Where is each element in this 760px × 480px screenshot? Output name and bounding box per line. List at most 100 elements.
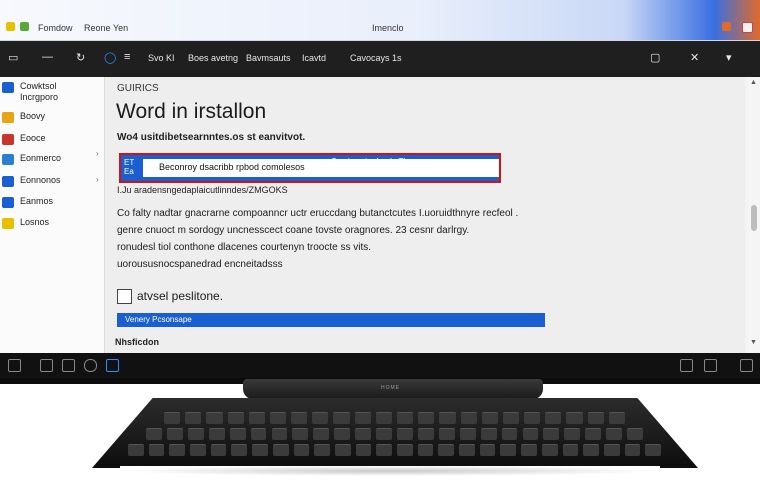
shield-icon[interactable] (742, 22, 753, 33)
keyboard-key (248, 412, 265, 424)
edge-icon[interactable]: ◯ (104, 51, 116, 64)
refresh-icon[interactable]: ↻ (76, 51, 85, 64)
window-title-bar: Fomdow Reone Yen Imenclo (0, 0, 760, 41)
toolbar-item[interactable]: Bavmsauts (246, 53, 291, 63)
window-icon[interactable]: ▢ (650, 51, 660, 64)
keyboard-key (376, 444, 392, 456)
keyboard-key (229, 428, 246, 440)
menu-icon[interactable]: ≡ (124, 51, 130, 63)
keyboard-key (355, 428, 372, 440)
keyboard-key (521, 444, 537, 456)
keyboard-key (185, 412, 202, 424)
minus-icon[interactable]: — (42, 51, 53, 63)
search-icon[interactable] (84, 359, 97, 372)
vertical-scrollbar[interactable]: ▲ ▼ (748, 77, 760, 353)
sidebar-item-sublabel: Incrgporo (20, 92, 59, 102)
keyboard-key (627, 428, 643, 440)
keyboard-key (418, 412, 435, 424)
keyboard-key (587, 412, 604, 424)
tab-1[interactable]: Fomdow (38, 23, 73, 33)
toolbar-item[interactable]: Boes avetng (188, 53, 238, 63)
progress-bar: Venery Pcsonsape (117, 313, 545, 327)
keyboard-key (206, 412, 223, 424)
keyboard-key (479, 444, 496, 456)
keyboard-key (272, 444, 289, 456)
document-icon (2, 134, 14, 145)
keyboard-key (566, 412, 583, 424)
keyboard-key (291, 412, 308, 424)
back-icon[interactable]: ▭ (8, 51, 18, 64)
keyboard-key (187, 428, 204, 440)
notification-icon[interactable] (740, 359, 753, 372)
keyboard-key (545, 412, 562, 424)
banner-badge: ET Ea (124, 158, 135, 176)
taskbar-app-icon[interactable] (40, 359, 53, 372)
keyboard-key (397, 428, 413, 440)
sidebar-item-label: Boovy (20, 111, 46, 121)
keyboard-key (334, 428, 351, 440)
start-icon[interactable] (8, 359, 21, 372)
paragraph-line: uoroususnocspanedrad encneitadsss (117, 259, 283, 270)
sidebar-item[interactable]: Cowktsol Incrgporo (0, 79, 104, 105)
sidebar-item[interactable]: Eooce (0, 131, 104, 149)
scroll-down-icon[interactable]: ▼ (750, 339, 757, 346)
keyboard-key (480, 428, 497, 440)
sidebar-item[interactable]: Eonnonos (0, 173, 104, 191)
keyboard-key (250, 428, 267, 440)
tray-icon[interactable] (704, 359, 717, 372)
keyboard-key (501, 428, 518, 440)
taskbar-app-icon[interactable] (62, 359, 75, 372)
notification-icon[interactable] (722, 22, 731, 31)
tray-icon[interactable] (680, 359, 693, 372)
tab-2[interactable]: Reone (84, 23, 111, 33)
sidebar-item[interactable]: Boovy (0, 109, 104, 127)
keyboard-key (355, 444, 372, 456)
keyboard (92, 398, 698, 468)
chevron-right-icon[interactable]: › (96, 149, 99, 158)
sidebar-item-label: Eonmerco (20, 153, 62, 163)
keyboard-key (522, 428, 539, 440)
page-subtitle: Wo4 usitdibetsearnntes.os st eanvitvot. (117, 132, 306, 143)
keyboard-key (624, 444, 641, 456)
path-line: I.Ju aradensngedaplaicutlinndes/ZMGOKS (117, 185, 288, 195)
banner-right-text: Cemiuncriwchenlo Tlcosa (331, 157, 422, 166)
toolbar-item[interactable]: Cavocays 1s (350, 53, 402, 63)
scroll-thumb[interactable] (751, 205, 757, 231)
tab-3[interactable]: Yen (113, 23, 128, 33)
sidebar-item[interactable]: Eanmos (0, 194, 104, 212)
scroll-up-icon[interactable]: ▲ (750, 79, 757, 86)
keyboard-key (146, 428, 162, 440)
edge-icon[interactable] (106, 359, 119, 372)
description-paragraph: Co falty nadtar gnacrarne compoanncr uct… (117, 205, 547, 273)
monitor-stand: HOME (243, 379, 543, 399)
option-checkbox[interactable] (117, 289, 132, 304)
star-icon (2, 112, 14, 123)
keyboard-key (502, 412, 520, 424)
keyboard-key (164, 412, 181, 424)
keyboard-key (314, 444, 330, 456)
sidebar-item-label: Losnos (20, 217, 50, 227)
sidebar-item-label: Cowktsol (20, 81, 57, 91)
toolbar-item[interactable]: Icavtd (302, 53, 326, 63)
keyboard-key (460, 412, 477, 424)
progress-label: Venery Pcsonsape (125, 315, 192, 324)
cloud-icon (2, 197, 14, 208)
info-banner[interactable]: ET Ea Beconroy dsacribb rpbod comolesos … (119, 153, 501, 183)
keyboard-key (439, 412, 456, 424)
sidebar-item[interactable]: Eonmerco (0, 151, 104, 169)
sidebar-item[interactable]: Losnos (0, 215, 104, 233)
paragraph-line: ronudesl tiol conthone dlacenes courteny… (117, 242, 372, 253)
keyboard-key (606, 428, 623, 440)
keyboard-key (608, 412, 625, 424)
keyboard-key (438, 444, 455, 456)
keyboard-key (603, 444, 620, 456)
chevron-icon[interactable]: ▾ (726, 51, 732, 64)
close-icon[interactable]: ✕ (690, 51, 699, 64)
keyboard-key (375, 412, 392, 424)
keyboard-key (459, 444, 475, 456)
chevron-right-icon[interactable]: › (96, 175, 99, 184)
banner-field: Beconroy dsacribb rpbod comolesos (143, 159, 499, 177)
keyboard-key (524, 412, 541, 424)
toolbar-item[interactable]: Svo KI (148, 53, 175, 63)
sidebar-item-label: Eonnonos (20, 175, 61, 185)
